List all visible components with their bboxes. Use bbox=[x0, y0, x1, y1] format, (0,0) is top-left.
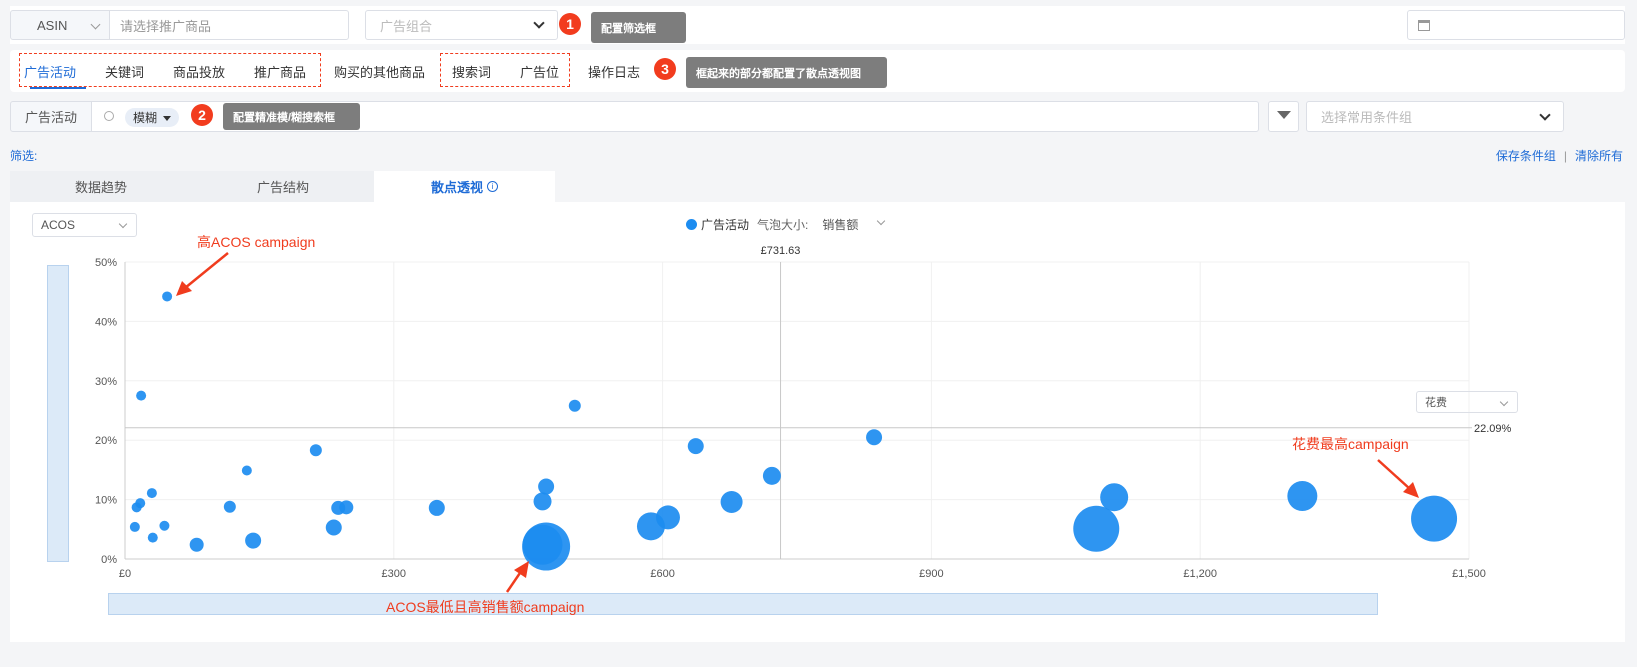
x-metric-label: 花费 bbox=[1425, 397, 1447, 409]
tab-operation-log[interactable]: 操作日志 bbox=[588, 62, 640, 81]
advanced-filter-button[interactable] bbox=[1268, 101, 1299, 132]
chevron-down-icon bbox=[90, 19, 101, 30]
condition-group-select[interactable]: 选择常用条件组 bbox=[1306, 101, 1564, 132]
bubble-metric-label: 销售额 bbox=[822, 218, 859, 232]
filter-icon bbox=[1277, 111, 1291, 119]
filter-label: 筛选: bbox=[10, 149, 38, 163]
x-zoom-slider[interactable] bbox=[108, 593, 1378, 615]
product-input[interactable]: 请选择推广商品 bbox=[109, 10, 349, 40]
caret-down-icon bbox=[163, 116, 172, 121]
annotation-tip-3: 框起来的部分都配置了散点透视图 bbox=[686, 57, 887, 88]
chart-legend: 广告活动 气泡大小: 销售额 bbox=[686, 216, 886, 233]
top-filter-bar: ASIN 请选择推广商品 广告组合 bbox=[10, 6, 1625, 44]
chevron-down-icon bbox=[877, 216, 886, 226]
view-tabs: 数据趋势 广告结构 散点透视 i bbox=[10, 171, 555, 202]
bubble-metric-select[interactable]: 销售额 bbox=[822, 216, 886, 233]
x-metric-select[interactable]: 花费 bbox=[1416, 391, 1518, 413]
match-mode-label: 模糊 bbox=[133, 111, 158, 125]
link-separator: | bbox=[1563, 149, 1567, 163]
ad-portfolio-select[interactable]: 广告组合 bbox=[365, 10, 558, 40]
annotation-box-tabs-right bbox=[440, 53, 570, 87]
y-metric-label: ACOS bbox=[41, 218, 76, 232]
search-scope-label: 广告活动 bbox=[10, 101, 92, 132]
clear-all-link[interactable]: 清除所有 bbox=[1575, 149, 1623, 163]
y-metric-select[interactable]: ACOS bbox=[32, 213, 137, 237]
save-condition-group-link[interactable]: 保存条件组 bbox=[1496, 149, 1556, 163]
date-picker[interactable] bbox=[1407, 10, 1625, 40]
search-icon bbox=[104, 111, 114, 121]
y-zoom-slider[interactable] bbox=[47, 265, 69, 562]
match-mode-dropdown[interactable]: 模糊 bbox=[125, 108, 180, 127]
tab-scatter-view-label: 散点透视 bbox=[430, 180, 483, 195]
asin-select-label: ASIN bbox=[37, 17, 68, 33]
tab-scatter-view[interactable]: 散点透视 i bbox=[374, 171, 555, 202]
chevron-down-icon bbox=[118, 219, 128, 229]
tab-ad-structure[interactable]: 广告结构 bbox=[192, 171, 374, 202]
annotation-box-tabs-left bbox=[19, 53, 321, 87]
chevron-down-icon bbox=[1499, 397, 1509, 407]
tab-data-trend[interactable]: 数据趋势 bbox=[10, 171, 192, 202]
legend-series-label[interactable]: 广告活动 bbox=[701, 216, 749, 233]
bubble-size-label: 气泡大小: bbox=[757, 218, 809, 232]
legend-dot bbox=[686, 219, 697, 230]
annotation-badge-1: 1 bbox=[559, 13, 581, 35]
annotation-tip-2: 配置精准模/糊搜索框 bbox=[223, 103, 360, 130]
asin-select[interactable]: ASIN bbox=[10, 10, 110, 40]
condition-group-placeholder: 选择常用条件组 bbox=[1321, 110, 1413, 125]
active-tab-underline bbox=[30, 87, 86, 89]
scatter-chart-card: ACOS 广告活动 气泡大小: 销售额 bbox=[10, 202, 1625, 642]
calendar-icon bbox=[1418, 20, 1430, 31]
ad-portfolio-placeholder: 广告组合 bbox=[380, 18, 433, 34]
annotation-tip-1: 配置筛选框 bbox=[591, 12, 686, 43]
tab-other-purchased[interactable]: 购买的其他商品 bbox=[334, 62, 425, 81]
chevron-down-icon bbox=[533, 17, 545, 29]
annotation-badge-3: 3 bbox=[654, 58, 676, 80]
chevron-down-icon bbox=[1539, 109, 1551, 121]
condition-links: 保存条件组 | 清除所有 bbox=[1496, 147, 1623, 164]
info-icon: i bbox=[487, 181, 498, 192]
annotation-badge-2: 2 bbox=[191, 104, 213, 126]
